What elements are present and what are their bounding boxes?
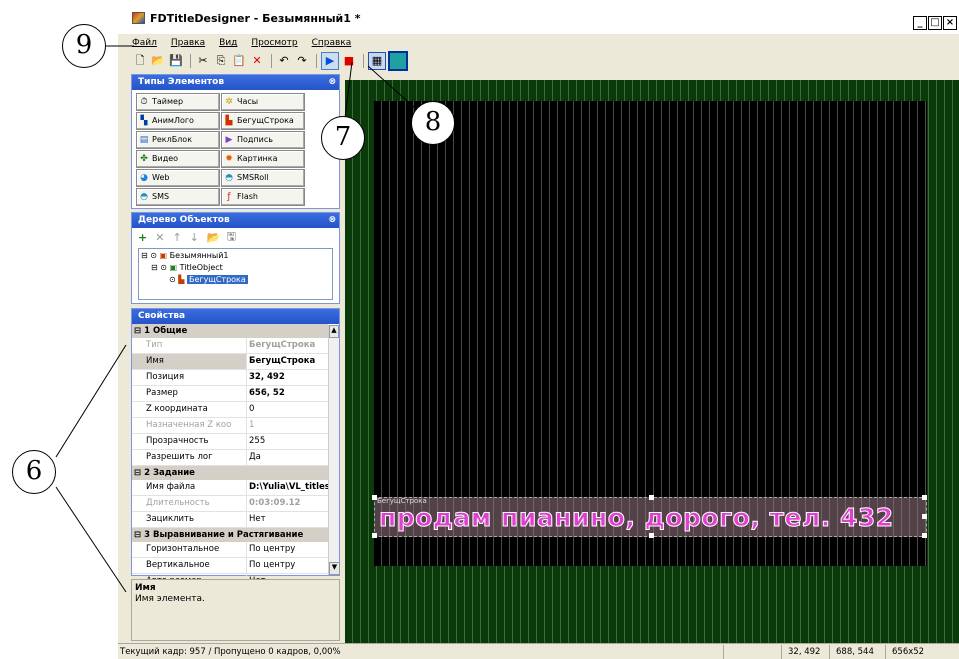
callout-7: 7 <box>321 116 365 160</box>
callout-6: 6 <box>12 450 56 494</box>
callout-line <box>344 61 353 119</box>
callout-8: 8 <box>411 101 455 145</box>
callout-line <box>55 344 127 458</box>
callout-9: 9 <box>62 24 106 68</box>
annotation-lines <box>55 45 416 593</box>
callout-line <box>55 486 127 593</box>
callout-line <box>367 65 416 109</box>
